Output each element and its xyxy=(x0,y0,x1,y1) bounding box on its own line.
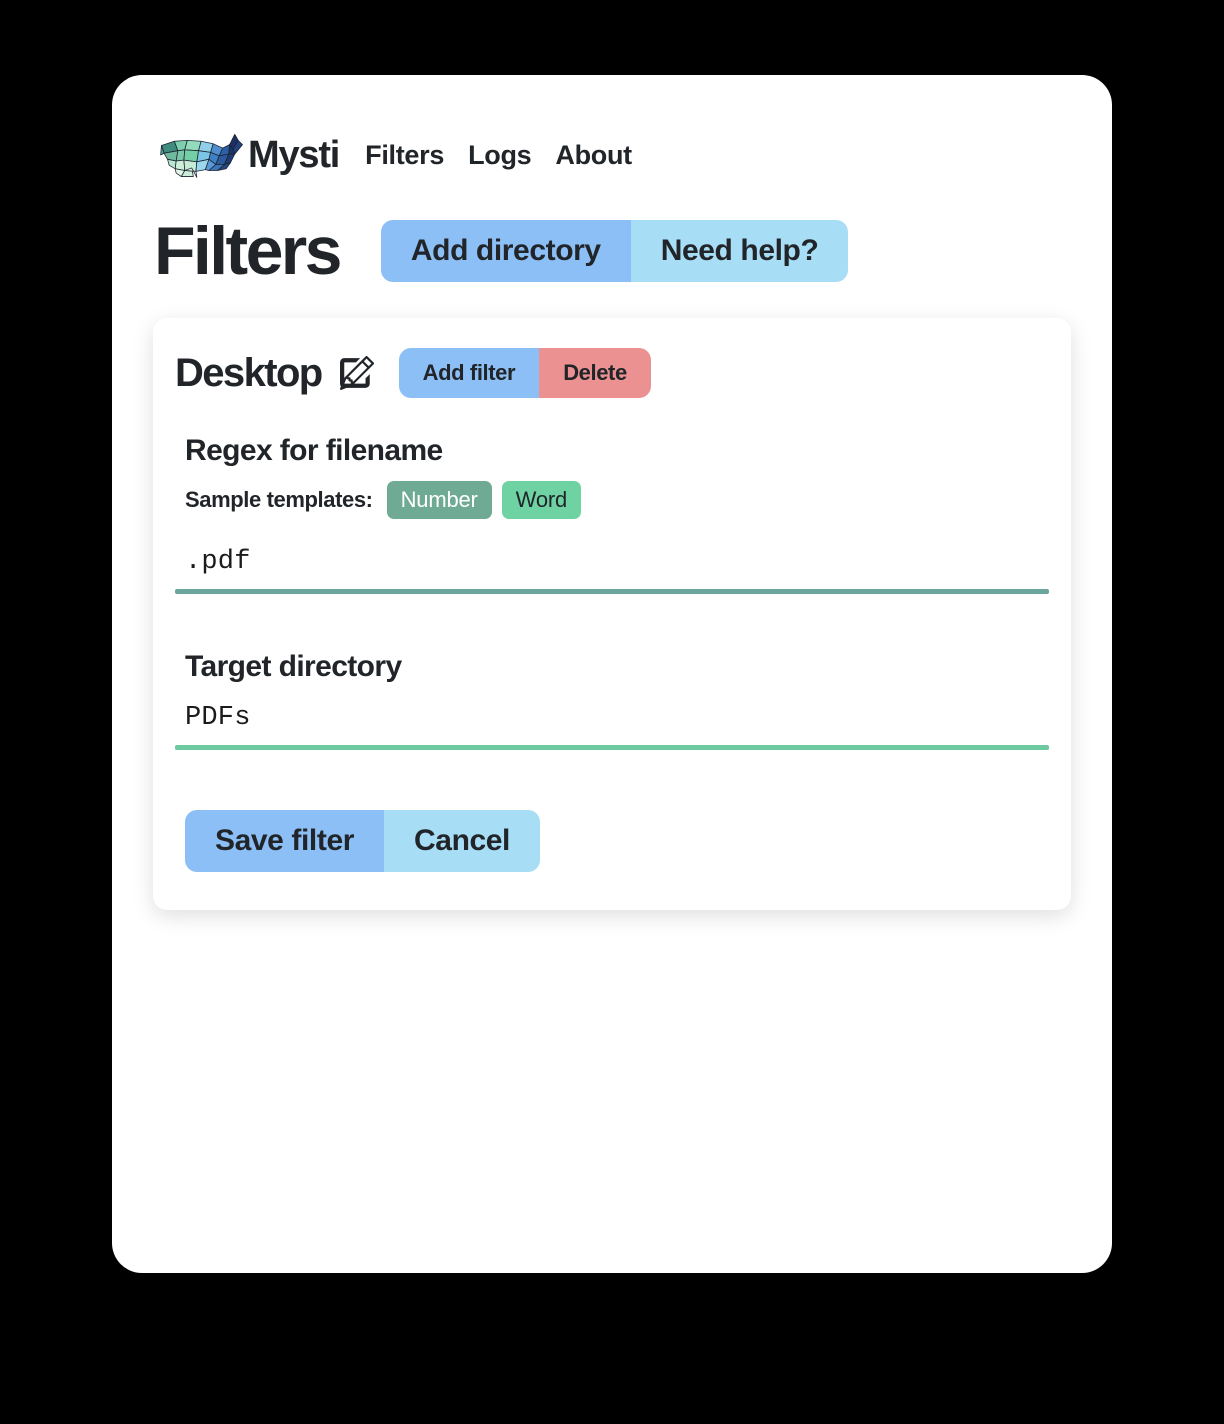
sample-templates-row: Sample templates: Number Word xyxy=(185,481,1049,520)
field-spacer xyxy=(175,602,1049,650)
page-title: Filters xyxy=(154,213,342,289)
regex-input[interactable] xyxy=(175,541,1049,590)
footer-spacer xyxy=(175,758,1049,810)
brand-home-link[interactable]: Mysti xyxy=(154,130,340,180)
nav-item-logs[interactable]: Logs xyxy=(468,140,532,171)
nav-item-about[interactable]: About xyxy=(555,140,632,171)
save-cancel-group: Save filter Cancel xyxy=(185,810,540,873)
filter-footer-actions: Save filter Cancel xyxy=(185,810,1049,873)
add-filter-button[interactable]: Add filter xyxy=(398,348,540,398)
regex-field-label: Regex for filename xyxy=(185,434,443,467)
filter-card-action-group: Add filter Delete xyxy=(398,348,651,398)
main-navbar: Mysti Filters Logs About xyxy=(154,127,632,183)
nav-item-filters[interactable]: Filters xyxy=(365,140,444,171)
target-directory-label: Target directory xyxy=(185,650,402,684)
regex-input-underline xyxy=(175,589,1049,595)
filter-card: Desktop Add filter Delete Regex for file… xyxy=(153,318,1071,911)
target-directory-field-block: Target directory xyxy=(175,650,1049,751)
save-filter-button[interactable]: Save filter xyxy=(185,810,385,873)
page-panel: Mysti Filters Logs About Filters Add dir… xyxy=(112,75,1112,1273)
target-directory-input[interactable] xyxy=(175,697,1049,746)
header-action-group: Add directory Need help? xyxy=(380,220,849,282)
pencil-square-icon[interactable] xyxy=(339,355,374,390)
brand-name: Mysti xyxy=(248,134,340,176)
need-help-button[interactable]: Need help? xyxy=(630,220,849,282)
whale-logo-icon xyxy=(154,130,250,180)
sample-templates-label: Sample templates: xyxy=(185,487,373,513)
nav-links: Filters Logs About xyxy=(365,140,632,171)
template-number-button[interactable]: Number xyxy=(386,481,492,520)
filter-card-header: Desktop Add filter Delete xyxy=(175,348,1049,398)
directory-name: Desktop xyxy=(175,351,323,395)
target-directory-underline xyxy=(175,745,1049,751)
regex-field-block: Regex for filename Sample templates: Num… xyxy=(175,434,1049,595)
template-word-button[interactable]: Word xyxy=(501,481,582,520)
add-directory-button[interactable]: Add directory xyxy=(380,220,631,282)
delete-directory-button[interactable]: Delete xyxy=(539,348,651,398)
cancel-button[interactable]: Cancel xyxy=(384,810,540,873)
page-heading-row: Filters Add directory Need help? xyxy=(154,213,849,289)
